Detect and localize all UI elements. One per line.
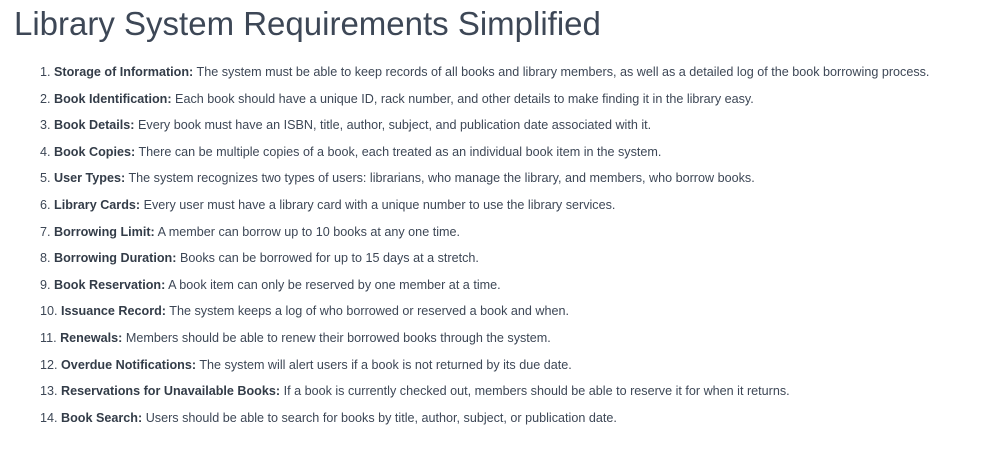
requirement-term: Overdue Notifications: xyxy=(61,357,197,372)
requirement-description: Members should be able to renew their bo… xyxy=(122,330,551,345)
requirement-number: 3. xyxy=(40,118,51,133)
requirement-term: Borrowing Duration: xyxy=(54,251,177,266)
requirement-description: If a book is currently checked out, memb… xyxy=(280,384,790,399)
requirement-item: 14. Book Search: Users should be able to… xyxy=(40,405,998,432)
requirement-term: Book Copies: xyxy=(54,144,136,159)
requirement-number: 13. xyxy=(40,384,58,399)
requirement-item: 5. User Types: The system recognizes two… xyxy=(40,165,998,192)
requirement-description: There can be multiple copies of a book, … xyxy=(135,144,662,159)
requirements-list: 1. Storage of Information: The system mu… xyxy=(14,59,998,431)
requirement-item: 3. Book Details: Every book must have an… xyxy=(40,112,998,139)
requirement-item: 2. Book Identification: Each book should… xyxy=(40,86,998,113)
requirement-number: 10. xyxy=(40,304,58,319)
requirement-description: A member can borrow up to 10 books at an… xyxy=(154,224,460,239)
requirement-description: Each book should have a unique ID, rack … xyxy=(171,91,754,106)
requirement-description: Users should be able to search for books… xyxy=(142,410,617,425)
requirement-number: 6. xyxy=(40,197,51,212)
requirement-number: 12. xyxy=(40,357,58,372)
requirement-description: Every book must have an ISBN, title, aut… xyxy=(134,118,652,133)
requirement-number: 9. xyxy=(40,277,51,292)
requirement-term: Book Identification: xyxy=(54,91,172,106)
requirement-item: 11. Renewals: Members should be able to … xyxy=(40,325,998,352)
requirement-item: 9. Book Reservation: A book item can onl… xyxy=(40,272,998,299)
requirement-number: 5. xyxy=(40,171,51,186)
requirement-term: Library Cards: xyxy=(54,197,141,212)
requirement-term: Book Search: xyxy=(61,410,143,425)
requirement-term: Reservations for Unavailable Books: xyxy=(61,384,281,399)
requirement-term: Storage of Information: xyxy=(54,65,194,79)
document-page: Library System Requirements Simplified 1… xyxy=(0,0,998,458)
requirement-term: Borrowing Limit: xyxy=(54,224,155,239)
requirement-item: 4. Book Copies: There can be multiple co… xyxy=(40,139,998,166)
requirement-number: 7. xyxy=(40,224,51,239)
requirement-description: A book item can only be reserved by one … xyxy=(165,277,501,292)
requirement-description: The system must be able to keep records … xyxy=(193,65,930,79)
page-title: Library System Requirements Simplified xyxy=(14,5,601,42)
requirement-description: The system keeps a log of who borrowed o… xyxy=(166,304,570,319)
requirement-item: 10. Issuance Record: The system keeps a … xyxy=(40,298,998,325)
requirement-item: 8. Borrowing Duration: Books can be borr… xyxy=(40,245,998,272)
requirement-term: Issuance Record: xyxy=(61,304,167,319)
requirement-item: 1. Storage of Information: The system mu… xyxy=(40,59,998,86)
requirement-description: Books can be borrowed for up to 15 days … xyxy=(176,251,479,266)
requirement-description: The system recognizes two types of users… xyxy=(125,171,755,186)
requirement-number: 11. xyxy=(40,330,57,345)
requirement-number: 14. xyxy=(40,410,58,425)
requirement-number: 4. xyxy=(40,144,51,159)
requirement-term: Book Reservation: xyxy=(54,277,166,292)
requirement-number: 2. xyxy=(40,91,51,106)
requirement-term: Book Details: xyxy=(54,118,135,133)
requirement-description: Every user must have a library card with… xyxy=(140,197,616,212)
requirement-number: 1. xyxy=(40,65,51,79)
requirement-item: 12. Overdue Notifications: The system wi… xyxy=(40,352,998,379)
requirement-term: Renewals: xyxy=(60,330,123,345)
requirement-item: 7. Borrowing Limit: A member can borrow … xyxy=(40,219,998,246)
requirement-item: 6. Library Cards: Every user must have a… xyxy=(40,192,998,219)
requirement-number: 8. xyxy=(40,251,51,266)
requirement-term: User Types: xyxy=(54,171,126,186)
requirement-item: 13. Reservations for Unavailable Books: … xyxy=(40,378,998,405)
requirement-description: The system will alert users if a book is… xyxy=(196,357,572,372)
